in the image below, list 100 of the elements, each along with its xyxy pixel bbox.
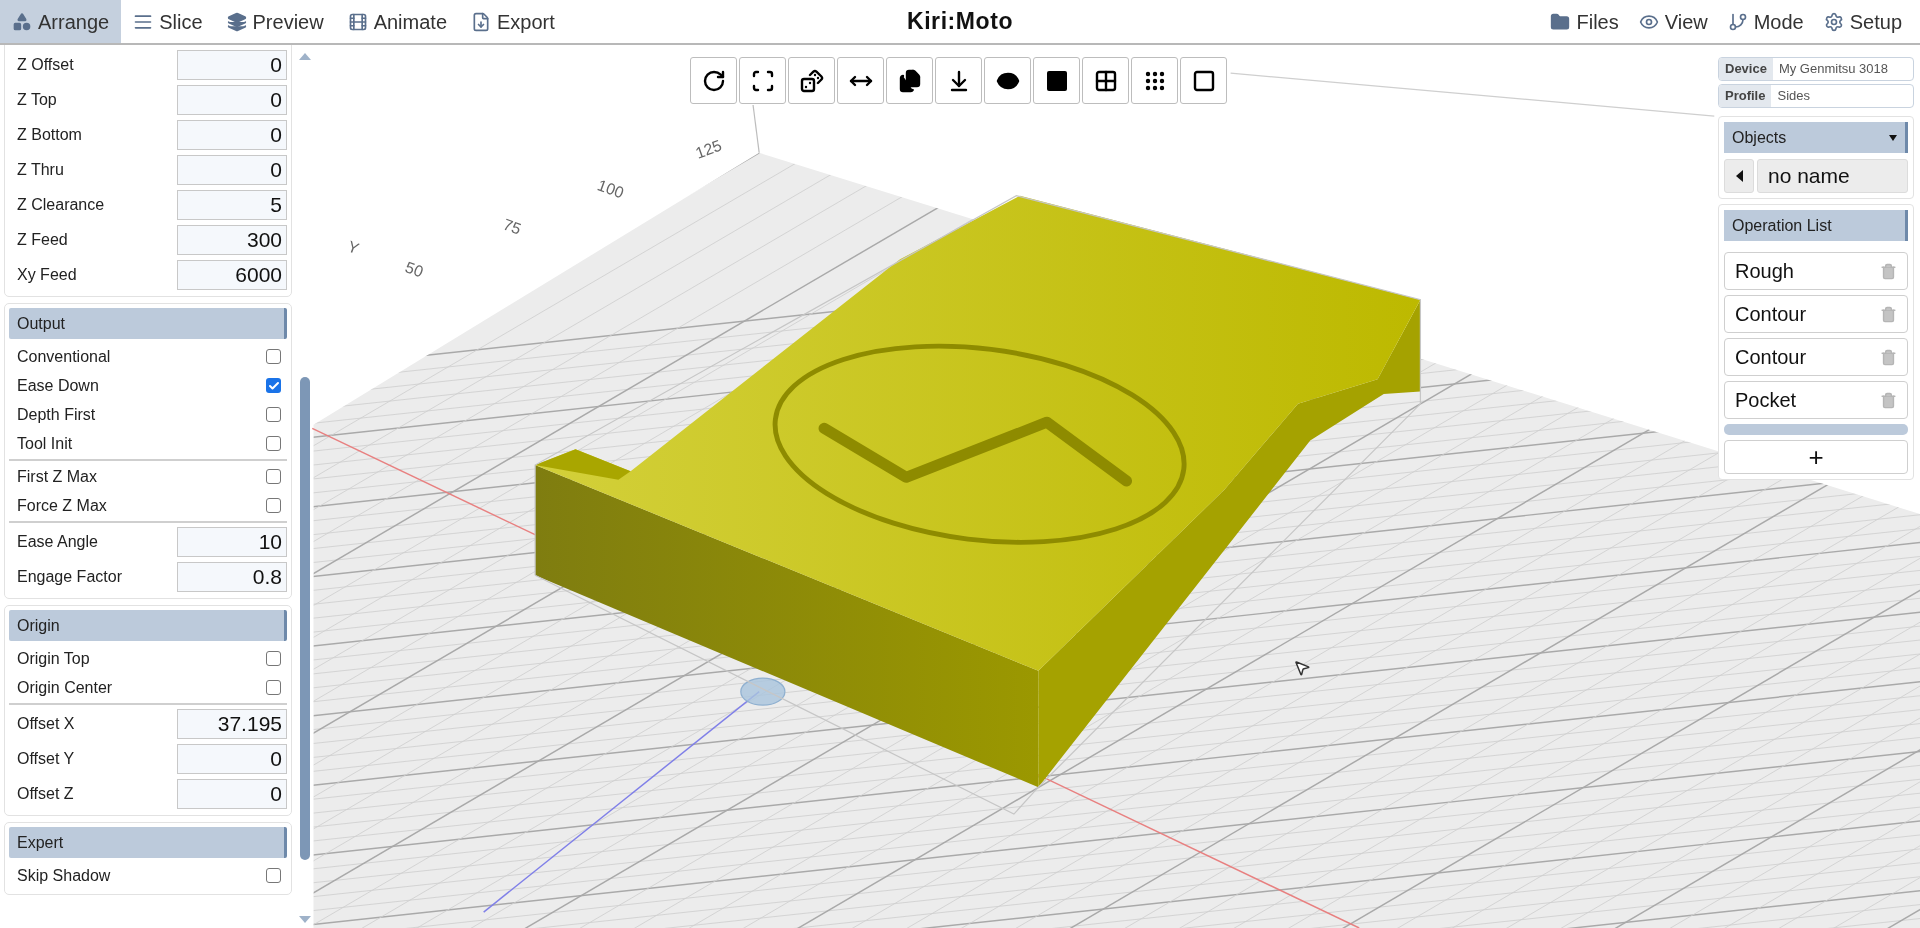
number-field[interactable]: 0 (177, 119, 287, 150)
number-field[interactable]: 0 (177, 154, 287, 185)
rotate-icon (701, 68, 726, 93)
section-header[interactable]: Output (9, 308, 287, 339)
setting-label: Offset X (17, 713, 75, 734)
info-label: Device (1719, 58, 1773, 80)
toolbar-button[interactable] (935, 57, 982, 104)
toolbar-button[interactable] (1082, 57, 1129, 104)
axis-label: 75 (501, 215, 524, 238)
menu-button[interactable]: View (1628, 0, 1718, 43)
nav-tab[interactable]: Preview (214, 0, 336, 43)
toolbar-button[interactable] (886, 57, 933, 104)
add-operation-button[interactable]: + (1724, 440, 1908, 474)
axis-label: 125 (693, 136, 724, 162)
setting-label: Skip Shadow (17, 865, 111, 886)
number-field[interactable]: 6000 (177, 259, 287, 290)
axis-label: Y (345, 237, 362, 258)
setting-label: Z Feed (17, 229, 68, 250)
cursor-icon (1293, 659, 1311, 677)
number-field[interactable]: 0 (177, 743, 287, 774)
toolbar-button[interactable] (1131, 57, 1178, 104)
toolbar-button[interactable] (984, 57, 1031, 104)
object-item[interactable]: no name (1757, 159, 1908, 193)
fullscreen-icon (750, 68, 775, 93)
toolbar-button[interactable] (1180, 57, 1227, 104)
info-label: Profile (1719, 85, 1772, 107)
film-icon (347, 11, 368, 32)
settings-icon (1823, 11, 1844, 32)
number-field[interactable]: 37.195 (177, 708, 287, 739)
nav-tab[interactable]: Animate (335, 0, 460, 43)
setting-label: Origin Top (17, 648, 90, 669)
setting-label: Engage Factor (17, 566, 122, 587)
toolbar-button[interactable] (788, 57, 835, 104)
left-triangle-icon (1735, 170, 1743, 182)
dropdown-caret-icon (1889, 134, 1897, 141)
checkbox[interactable] (266, 498, 281, 513)
number-field[interactable]: 5 (177, 189, 287, 220)
origin-marker (740, 677, 786, 706)
setting-label: Offset Y (17, 748, 75, 769)
checkbox[interactable] (266, 680, 281, 695)
checkbox[interactable] (266, 378, 281, 393)
checkbox[interactable] (266, 868, 281, 883)
square-icon (1191, 68, 1216, 93)
setting-label: First Z Max (17, 466, 97, 487)
setting-label: Z Top (17, 89, 57, 110)
setting-label: Z Clearance (17, 194, 105, 215)
section-header[interactable]: Objects (1724, 122, 1908, 153)
app-logo: Kiri:Moto (906, 7, 1014, 37)
branch-icon (1727, 11, 1748, 32)
file-download-icon (471, 11, 492, 32)
toolbar-button[interactable] (837, 57, 884, 104)
setting-label: Ease Down (17, 375, 99, 396)
nav-tab[interactable]: Export (459, 0, 567, 43)
checkbox[interactable] (266, 651, 281, 666)
section-header[interactable]: Operation List (1724, 210, 1908, 241)
grid-icon (1093, 68, 1118, 93)
axis-label: 100 (595, 176, 627, 202)
checkbox[interactable] (266, 469, 281, 484)
number-field[interactable]: 0 (177, 84, 287, 115)
scrollbar-thumb[interactable] (300, 376, 310, 860)
operation-label[interactable]: Contour (1735, 342, 1807, 372)
number-field[interactable]: 0 (177, 49, 287, 80)
layers-icon (226, 11, 247, 32)
checkbox[interactable] (266, 349, 281, 364)
setting-label: Conventional (17, 346, 111, 367)
section-header[interactable]: Expert (9, 827, 287, 858)
setting-label: Origin Center (17, 677, 113, 698)
operation-label[interactable]: Contour (1735, 299, 1807, 329)
setting-label: Ease Angle (17, 531, 98, 552)
folder-icon (1550, 11, 1571, 32)
setting-label: Tool Init (17, 433, 73, 454)
toolbar-button[interactable] (690, 57, 737, 104)
number-field[interactable]: 10 (177, 526, 287, 557)
shapes-icon (12, 11, 32, 32)
toolbar-button[interactable] (739, 57, 786, 104)
setting-label: Force Z Max (17, 495, 107, 516)
section-title: Objects (1732, 127, 1787, 148)
setting-label: Offset Z (17, 783, 74, 804)
number-field[interactable]: 0 (177, 778, 287, 809)
axis-label: 50 (403, 258, 426, 281)
nav-tab[interactable]: Slice (121, 0, 215, 43)
menu-button[interactable]: Mode (1717, 0, 1814, 43)
nav-tab[interactable]: Arrange (0, 0, 122, 43)
copy-icon (897, 68, 922, 93)
operation-label[interactable]: Pocket (1735, 385, 1797, 415)
collapse-button[interactable] (1724, 159, 1754, 193)
checkbox[interactable] (266, 407, 281, 422)
setting-label: Xy Feed (17, 264, 77, 285)
number-field[interactable]: 300 (177, 224, 287, 255)
toolbar-button[interactable] (1033, 57, 1080, 104)
section-header[interactable]: Origin (9, 610, 287, 641)
setting-label: Z Bottom (17, 124, 82, 145)
setting-label: Z Thru (17, 159, 64, 180)
operation-label[interactable]: Rough (1735, 256, 1794, 286)
checkbox[interactable] (266, 436, 281, 451)
z-axis-line (752, 104, 760, 154)
number-field[interactable]: 0.8 (177, 561, 287, 592)
menu-button[interactable]: Setup (1813, 0, 1912, 43)
filled-square-icon (1046, 70, 1067, 91)
menu-button[interactable]: Files (1540, 0, 1629, 43)
